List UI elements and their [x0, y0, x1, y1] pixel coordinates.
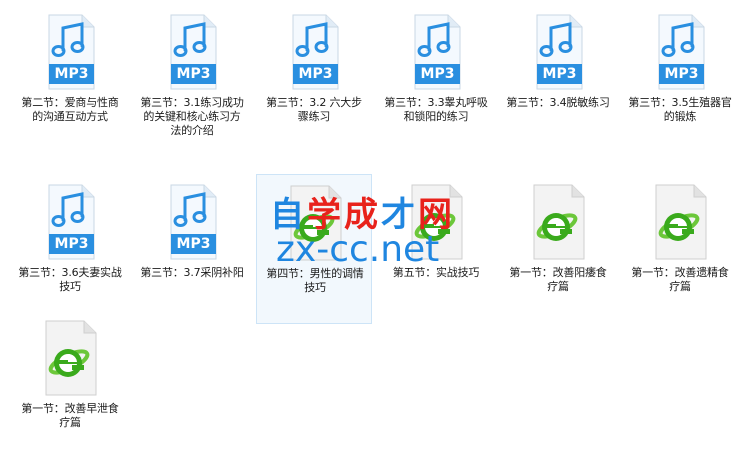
file-name-label: 第五节：实战技巧: [392, 266, 480, 279]
file-name-label: 第四节：男性的调情技巧: [266, 267, 364, 294]
html-file-icon: [45, 320, 97, 396]
file-name-label: 第三节：3.2 六大步骤练习: [266, 96, 362, 123]
mp3-file-icon: MP3: [168, 12, 218, 92]
mp3-file-icon: MP3: [46, 12, 96, 92]
mp3-file-icon: MP3: [46, 182, 96, 262]
mp3-file-item[interactable]: MP3 第三节：3.2 六大步骤练习: [256, 4, 372, 154]
mp3-file-item[interactable]: MP3 第三节：3.7采阴补阳: [134, 174, 250, 324]
mp3-badge-label: MP3: [176, 66, 211, 82]
html-file-item[interactable]: 第五节：实战技巧: [378, 174, 494, 324]
mp3-badge-label: MP3: [54, 236, 89, 252]
mp3-badge-label: MP3: [54, 66, 89, 82]
mp3-file-item[interactable]: MP3 第三节：3.4脱敏练习: [500, 4, 616, 154]
mp3-file-icon: MP3: [534, 12, 584, 92]
mp3-file-icon: MP3: [168, 182, 218, 262]
browser-e-icon: [287, 183, 345, 263]
mp3-file-item[interactable]: MP3 第三节：3.5生殖器官的锻炼: [622, 4, 735, 154]
html-file-item[interactable]: 第一节：改善遗精食疗篇: [622, 174, 735, 324]
mp3-file-icon: MP3: [412, 12, 462, 92]
file-name-label: 第二节：爱商与性商的沟通互动方式: [21, 96, 119, 123]
file-name-label: 第三节：3.6夫妻实战技巧: [18, 266, 122, 293]
html-file-icon: [533, 184, 585, 260]
mp3-file-item[interactable]: MP3 第三节：3.1练习成功的关键和核心练习方法的介绍: [134, 4, 250, 154]
mp3-badge-label: MP3: [542, 66, 577, 82]
mp3-badge-label: MP3: [298, 66, 333, 82]
mp3-file-item[interactable]: MP3 第三节：3.3睾丸呼吸和锁阳的练习: [378, 4, 494, 154]
mp3-file-icon: MP3: [656, 12, 706, 92]
html-file-item[interactable]: 第一节：改善早泄食疗篇: [12, 310, 128, 460]
html-file-item[interactable]: 第一节：改善阳痿食疗篇: [500, 174, 616, 324]
file-name-label: 第三节：3.5生殖器官的锻炼: [628, 96, 732, 123]
file-name-label: 第一节：改善阳痿食疗篇: [509, 266, 607, 293]
file-name-label: 第三节：3.1练习成功的关键和核心练习方法的介绍: [140, 96, 244, 137]
file-name-label: 第一节：改善早泄食疗篇: [21, 402, 119, 429]
html-file-icon: [290, 185, 342, 261]
file-name-label: 第一节：改善遗精食疗篇: [631, 266, 729, 293]
file-name-label: 第三节：3.3睾丸呼吸和锁阳的练习: [384, 96, 488, 123]
mp3-badge-label: MP3: [420, 66, 455, 82]
file-name-label: 第三节：3.7采阴补阳: [140, 266, 244, 279]
html-file-icon: [411, 184, 463, 260]
browser-e-icon: [530, 182, 588, 262]
mp3-badge-label: MP3: [176, 236, 211, 252]
browser-e-icon: [652, 182, 710, 262]
html-file-item[interactable]: 第四节：男性的调情技巧: [256, 174, 372, 324]
mp3-file-icon: MP3: [290, 12, 340, 92]
file-name-label: 第三节：3.4脱敏练习: [506, 96, 610, 109]
browser-e-icon: [42, 318, 100, 398]
mp3-file-item[interactable]: MP3 第二节：爱商与性商的沟通互动方式: [12, 4, 128, 154]
file-grid: MP3 第二节：爱商与性商的沟通互动方式 MP3 第三节：3.1练习成功的关键和核心…: [0, 0, 735, 461]
mp3-file-item[interactable]: MP3 第三节：3.6夫妻实战技巧: [12, 174, 128, 324]
html-file-icon: [655, 184, 707, 260]
browser-e-icon: [408, 182, 466, 262]
mp3-badge-label: MP3: [664, 66, 699, 82]
